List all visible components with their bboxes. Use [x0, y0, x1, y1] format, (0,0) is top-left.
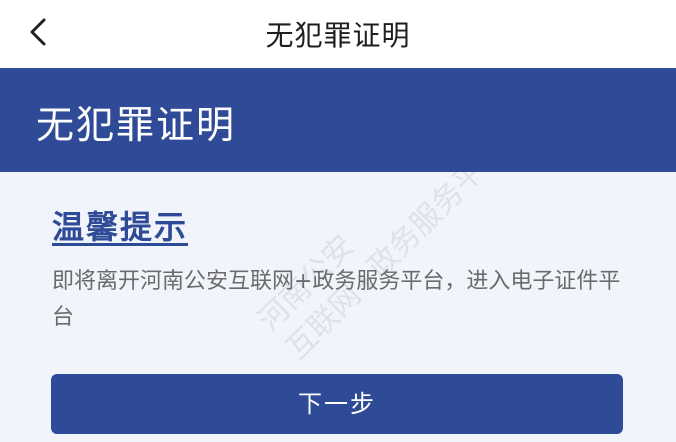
notice-title-underline	[52, 243, 188, 246]
notice-title: 温馨提示	[52, 208, 189, 246]
next-button[interactable]: 下一步	[51, 374, 623, 434]
notice-panel: 河南公安 互联网+政务服务平台 温馨提示 即将离开河南公安互联网+政务服务平台，…	[0, 172, 676, 442]
header-banner: 无犯罪证明	[0, 68, 676, 172]
notice-text: 即将离开河南公安互联网+政务服务平台，进入电子证件平台	[52, 269, 621, 330]
page-title: 无犯罪证明	[265, 19, 411, 52]
banner-title: 无犯罪证明	[36, 103, 237, 147]
navigation-bar: 无犯罪证明	[0, 0, 676, 68]
